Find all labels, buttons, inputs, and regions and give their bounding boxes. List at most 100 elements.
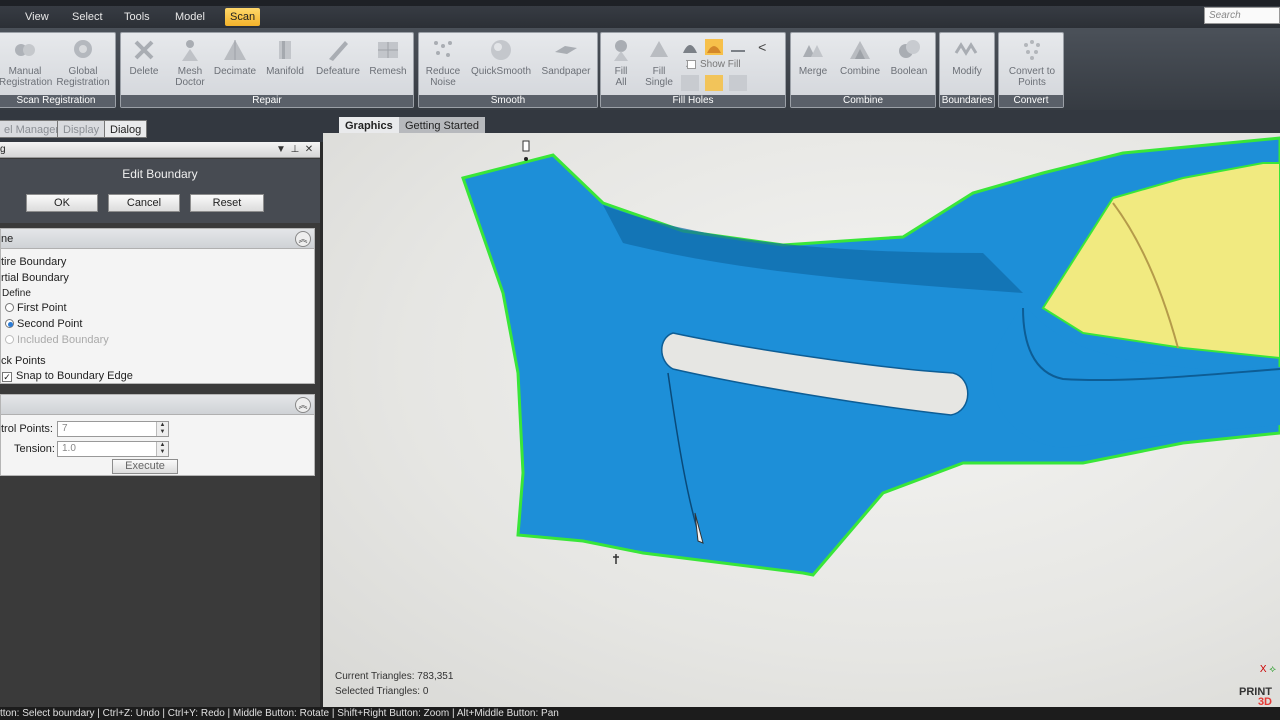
convert-to-points-icon <box>1019 37 1045 63</box>
previous-arrow-icon[interactable]: < <box>753 39 771 55</box>
spin-arrows-icon[interactable]: ▲ ▼ <box>156 442 168 456</box>
manual-registration-label: Manual Registration <box>0 66 53 88</box>
tension-label: Tension: <box>14 443 55 455</box>
current-triangles-readout: Current Triangles: 783,351 <box>335 671 454 682</box>
reduce-noise-button[interactable]: Reduce Noise <box>419 37 467 91</box>
second-point-radio[interactable]: Second Point <box>5 318 82 330</box>
search-input[interactable]: Search <box>1204 7 1280 24</box>
define-section-header[interactable]: ne ︽ <box>1 229 314 249</box>
title-strip <box>0 0 1280 6</box>
check-icon[interactable]: ✓ <box>2 372 12 382</box>
collapse-icon[interactable]: ︽ <box>295 231 311 247</box>
convert-to-points-button[interactable]: Convert to Points <box>1001 37 1063 91</box>
group-fill-holes: Fill All Fill Single < > Show Fill Fill … <box>600 32 786 108</box>
second-point-radio-circle[interactable] <box>5 319 14 328</box>
execute-button[interactable]: Execute <box>112 459 178 474</box>
remesh-button[interactable]: Remesh <box>363 37 413 91</box>
partial-boundary-option[interactable]: rtial Boundary <box>1 272 69 284</box>
manual-registration-button[interactable]: Manual Registration <box>0 37 53 91</box>
graphics-viewport[interactable]: Current Triangles: 783,351 Selected Tria… <box>323 133 1280 707</box>
dropdown-arrow-icon[interactable]: ▼ <box>274 143 288 157</box>
axis-x-label: X <box>1259 664 1267 675</box>
merge-icon <box>800 37 826 63</box>
ok-button[interactable]: OK <box>26 194 98 212</box>
cancel-button[interactable]: Cancel <box>108 194 180 212</box>
convert-to-points-label: Convert to Points <box>1008 66 1056 88</box>
combine-button[interactable]: Combine <box>835 37 885 91</box>
combine-label: Combine <box>839 66 881 77</box>
define-section-title: ne <box>1 233 14 245</box>
first-point-radio-circle[interactable] <box>5 303 14 312</box>
control-points-value: 7 <box>62 423 68 434</box>
combine-icon <box>847 37 873 63</box>
close-icon[interactable]: ✕ <box>302 143 316 157</box>
parameters-section-header[interactable]: ︽ <box>1 395 314 415</box>
fill-options-row <box>681 75 750 91</box>
defeature-icon <box>325 37 351 63</box>
remesh-label: Remesh <box>369 66 407 77</box>
spin-arrows-icon[interactable]: ▲ ▼ <box>156 422 168 436</box>
defeature-label: Defeature <box>316 66 360 77</box>
modify-button[interactable]: Modify <box>942 37 992 91</box>
sandpaper-button[interactable]: Sandpaper <box>537 37 595 91</box>
collapse-icon[interactable]: ︽ <box>295 397 311 413</box>
group-label-fill-holes: Fill Holes <box>601 95 785 107</box>
menu-view[interactable]: View <box>20 8 54 26</box>
group-label-convert: Convert <box>999 95 1063 107</box>
fill-flat-icon[interactable] <box>681 39 699 55</box>
first-point-radio[interactable]: First Point <box>5 302 67 314</box>
delete-button[interactable]: Delete <box>121 37 167 91</box>
defeature-button[interactable]: Defeature <box>313 37 363 91</box>
global-registration-button[interactable]: Global Registration <box>55 37 111 91</box>
group-label-combine: Combine <box>791 95 935 107</box>
scan-model-render[interactable] <box>323 133 1280 707</box>
group-boundaries: Modify Boundaries <box>939 32 995 108</box>
group-label-scan-registration: Scan Registration <box>0 95 115 107</box>
fill-all-button[interactable]: Fill All <box>601 37 641 91</box>
boolean-button[interactable]: Boolean <box>885 37 933 91</box>
first-point-label: First Point <box>17 302 67 314</box>
boolean-label: Boolean <box>890 66 928 77</box>
fill-single-button[interactable]: Fill Single <box>639 37 679 91</box>
snap-to-boundary-checkbox[interactable]: ✓ Snap to Boundary Edge <box>2 370 133 382</box>
manifold-button[interactable]: Manifold <box>261 37 309 91</box>
sandpaper-icon <box>553 37 579 63</box>
menu-bar: View Select Tools Model Scan Search <box>0 0 1280 28</box>
reset-button[interactable]: Reset <box>190 194 264 212</box>
quicksmooth-button[interactable]: QuickSmooth <box>469 37 533 91</box>
tension-input[interactable]: 1.0 ▲ ▼ <box>57 441 169 457</box>
tab-dialog[interactable]: Dialog <box>104 120 148 138</box>
menu-select[interactable]: Select <box>67 8 108 26</box>
decimate-button[interactable]: Decimate <box>211 37 259 91</box>
dialog-title: Edit Boundary <box>0 159 320 189</box>
pin-icon[interactable]: ⊥ <box>288 143 302 157</box>
reduce-noise-label: Reduce Noise <box>425 66 461 88</box>
show-fill-box[interactable] <box>687 59 696 69</box>
group-combine: Merge Combine Boolean Combine <box>790 32 936 108</box>
manifold-icon <box>272 37 298 63</box>
fill-option-2-icon[interactable] <box>705 75 724 91</box>
tab-model-manager[interactable]: el Manager <box>0 120 66 138</box>
tab-display[interactable]: Display <box>57 120 106 138</box>
group-convert: Convert to Points Convert <box>998 32 1064 108</box>
included-boundary-radio: Included Boundary <box>5 334 109 346</box>
mesh-doctor-label: Mesh Doctor <box>175 66 205 88</box>
show-fill-checkbox[interactable]: Show Fill <box>687 59 741 70</box>
selected-triangles-readout: Selected Triangles: 0 <box>335 686 429 697</box>
delete-label: Delete <box>129 66 159 77</box>
boolean-icon <box>896 37 922 63</box>
menu-tools[interactable]: Tools <box>119 8 155 26</box>
control-points-input[interactable]: 7 ▲ ▼ <box>57 421 169 437</box>
merge-button[interactable]: Merge <box>791 37 835 91</box>
menu-scan[interactable]: Scan <box>225 8 261 26</box>
fill-option-1-icon[interactable] <box>681 75 699 91</box>
group-scan-registration: Manual Registration Global Registration … <box>0 32 116 108</box>
fill-option-3-icon[interactable] <box>729 75 748 91</box>
global-registration-icon <box>70 37 96 63</box>
fill-all-label: Fill All <box>614 66 628 88</box>
menu-model[interactable]: Model <box>170 8 210 26</box>
mesh-doctor-button[interactable]: Mesh Doctor <box>167 37 213 91</box>
entire-boundary-option[interactable]: tire Boundary <box>1 256 66 268</box>
fill-curvature-icon[interactable] <box>729 39 747 55</box>
fill-tangent-icon[interactable] <box>705 39 724 55</box>
